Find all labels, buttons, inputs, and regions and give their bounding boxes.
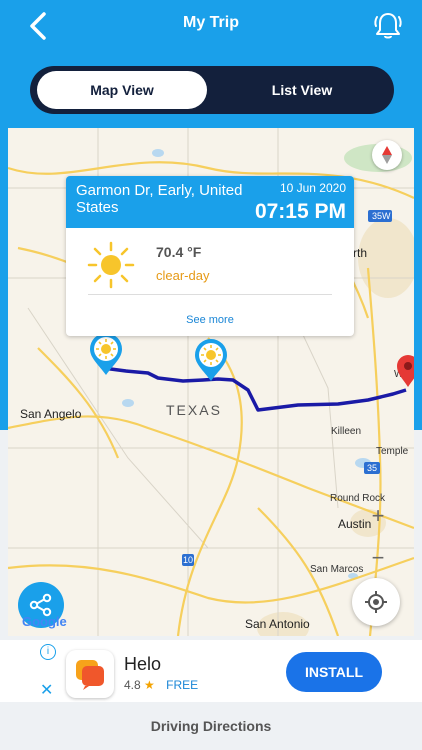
see-more-link[interactable]: See more: [66, 314, 354, 326]
compass-icon: [382, 146, 392, 164]
weather-pin-1[interactable]: [88, 332, 124, 381]
ad-rating: 4.8 ★ FREE: [124, 678, 198, 692]
highway-35-label: 35: [367, 463, 378, 473]
weather-pin-2[interactable]: [193, 338, 229, 387]
page-title: My Trip: [182, 14, 239, 31]
sun-pin-icon: [90, 333, 122, 375]
zoom-controls: + −: [356, 496, 400, 580]
my-location-button[interactable]: [352, 578, 400, 626]
install-button[interactable]: INSTALL: [286, 652, 382, 692]
popup-time: 07:15 PM: [254, 200, 346, 223]
map-label-san-angelo: San Angelo: [20, 407, 82, 421]
google-logo: Google: [22, 614, 67, 629]
map-label-san-antonio: San Antonio: [245, 617, 310, 631]
star-icon: ★: [144, 678, 155, 692]
notifications-button[interactable]: [370, 8, 406, 44]
map-marker-icon: [397, 355, 414, 387]
bell-ring-icon: [374, 13, 402, 39]
ad-banner[interactable]: i ✕ Helo 4.8 ★ FREE INSTALL: [0, 640, 422, 702]
compass-button[interactable]: [372, 140, 402, 170]
tab-list-view[interactable]: List View: [217, 71, 387, 109]
sun-icon: [87, 241, 135, 289]
popup-location: Garmon Dr, Early, United States: [76, 182, 243, 216]
google-logo-text: Google: [22, 614, 67, 629]
driving-directions-button[interactable]: Driving Directions: [0, 702, 422, 750]
zoom-out-button[interactable]: −: [356, 538, 400, 578]
ad-rating-value: 4.8: [124, 678, 141, 692]
popup-divider: [88, 294, 332, 295]
sun-pin-icon: [195, 339, 227, 381]
ad-info-icon[interactable]: i: [40, 644, 56, 660]
temperature-value: 70.4 °F: [156, 244, 202, 260]
weather-popup: Garmon Dr, Early, United States 10 Jun 2…: [66, 176, 354, 336]
map-label-temple: Temple: [376, 446, 409, 457]
highway-35w-label: 35W: [372, 211, 391, 221]
tab-map-view[interactable]: Map View: [37, 71, 207, 109]
helo-app-logo: [66, 650, 114, 698]
map-label-texas: TEXAS: [166, 402, 222, 418]
ad-price: FREE: [166, 678, 199, 692]
map-label-fort-worth: rth: [353, 246, 368, 260]
ad-app-name: Helo: [124, 654, 162, 674]
ad-close-icon[interactable]: ✕: [40, 680, 53, 700]
highway-10-label: 10: [183, 555, 194, 565]
destination-pin[interactable]: [396, 354, 414, 393]
zoom-in-button[interactable]: +: [356, 496, 400, 536]
weather-condition: clear-day: [156, 268, 210, 283]
popup-date: 10 Jun 2020: [279, 181, 346, 195]
map-label-killeen: Killeen: [331, 426, 362, 437]
chat-bubbles-icon: [76, 660, 104, 690]
map-container[interactable]: TEXAS San Angelo Killeen Temple Round Ro…: [8, 128, 414, 636]
popup-header: Garmon Dr, Early, United States 10 Jun 2…: [66, 176, 354, 228]
view-toggle: Map View List View: [30, 66, 394, 114]
crosshair-icon: [365, 591, 387, 613]
